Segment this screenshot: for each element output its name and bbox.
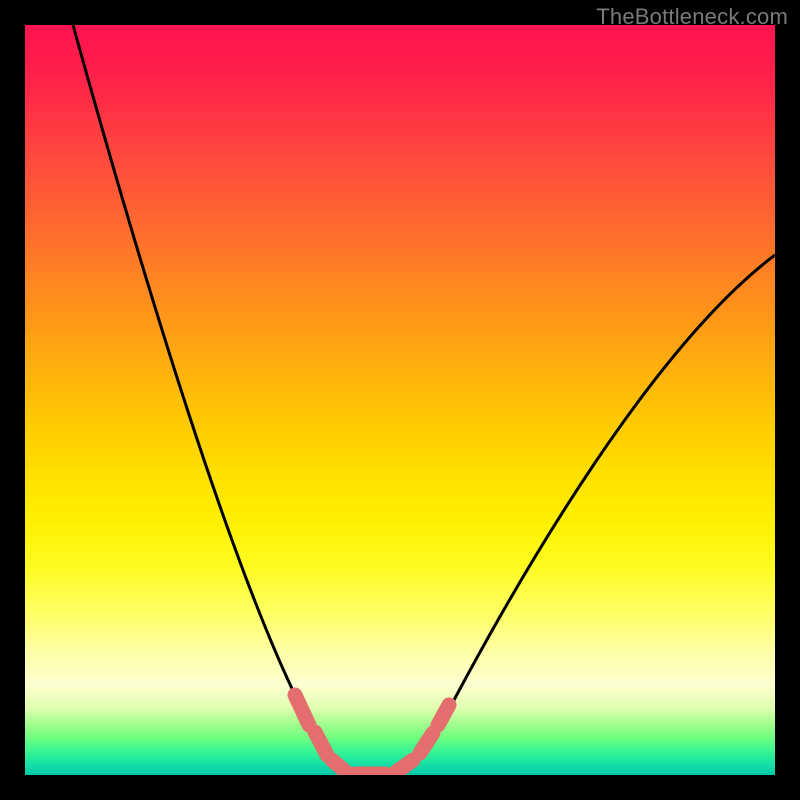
valley-marker-segment [438, 705, 449, 725]
bottleneck-curve [73, 25, 775, 773]
chart-svg [25, 25, 775, 775]
valley-marker-segment [295, 695, 309, 725]
valley-marker-group [295, 695, 449, 774]
valley-marker-segment [315, 732, 327, 755]
valley-marker-segment [420, 733, 433, 753]
valley-marker-segment [332, 760, 347, 773]
chart-frame [25, 25, 775, 775]
valley-marker-segment [395, 760, 413, 773]
